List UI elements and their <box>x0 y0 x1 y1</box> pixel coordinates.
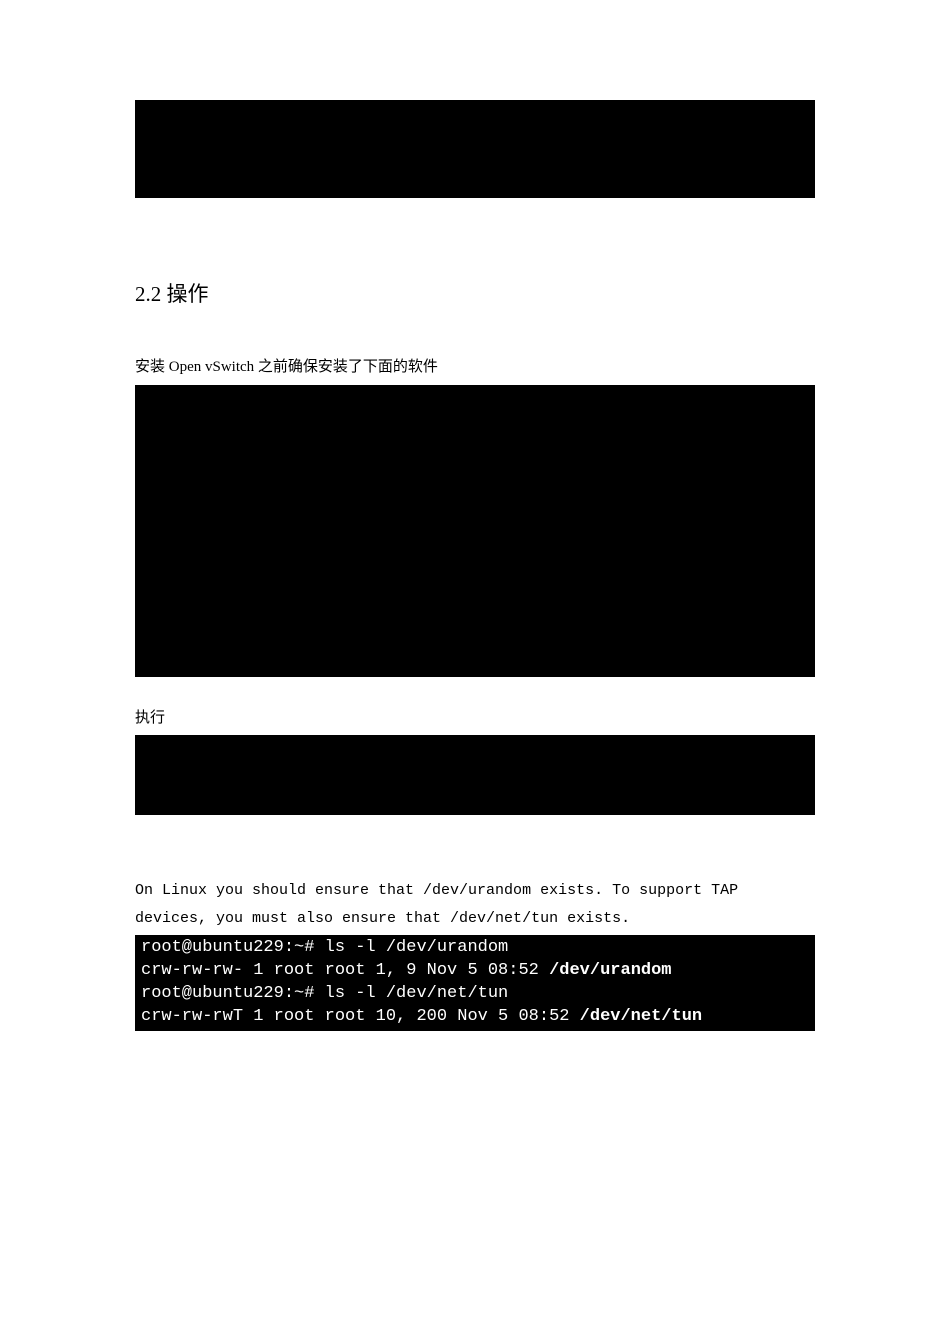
document-page: 2.2 操作 安装 Open vSwitch 之前确保安装了下面的软件 执行 O… <box>0 0 950 1231</box>
code-block-redacted-3 <box>135 735 815 815</box>
terminal-line-3: root@ubuntu229:~# ls -l /dev/net/tun <box>141 983 809 1006</box>
terminal-line-2-path: /dev/urandom <box>549 961 671 980</box>
code-block-redacted-1 <box>135 100 815 198</box>
terminal-line-2: crw-rw-rw- 1 root root 1, 9 Nov 5 08:52 … <box>141 960 809 983</box>
intro-text: 安装 Open vSwitch 之前确保安装了下面的软件 <box>135 356 815 379</box>
section-heading: 2.2 操作 <box>135 278 815 308</box>
linux-note-line-2: devices, you must also ensure that /dev/… <box>135 907 815 931</box>
exec-label: 执行 <box>135 707 815 730</box>
terminal-line-4-prefix: crw-rw-rwT 1 root root 10, 200 Nov 5 08:… <box>141 1007 580 1026</box>
terminal-line-2-prefix: crw-rw-rw- 1 root root 1, 9 Nov 5 08:52 <box>141 961 549 980</box>
terminal-output: root@ubuntu229:~# ls -l /dev/urandom crw… <box>135 935 815 1031</box>
terminal-line-4: crw-rw-rwT 1 root root 10, 200 Nov 5 08:… <box>141 1006 809 1029</box>
code-block-redacted-2 <box>135 385 815 677</box>
terminal-line-1: root@ubuntu229:~# ls -l /dev/urandom <box>141 937 809 960</box>
terminal-line-4-path: /dev/net/tun <box>580 1007 702 1026</box>
linux-note-line-1: On Linux you should ensure that /dev/ura… <box>135 879 815 903</box>
